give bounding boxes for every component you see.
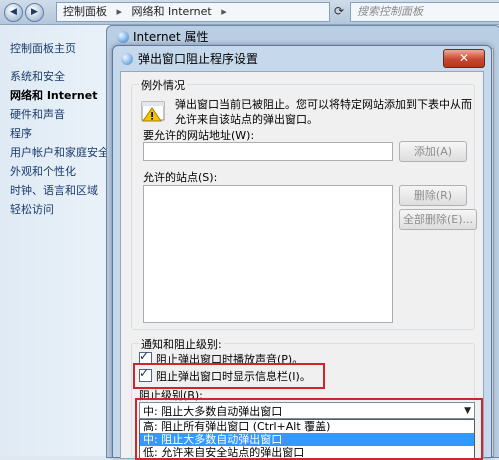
website-address-input[interactable]	[143, 142, 393, 161]
sidebar-item-security[interactable]: 系统和安全	[10, 68, 65, 84]
globe-icon	[117, 31, 129, 43]
highlight-box-level	[135, 398, 483, 460]
control-panel-sidebar: 控制面板主页 系统和安全 网络和 Internet 硬件和声音 程序 用户帐户和…	[0, 25, 112, 456]
dialog-title: 弹出窗口阻止程序设置	[138, 52, 259, 66]
breadcrumb-separator: ▸	[116, 5, 123, 18]
explorer-address-bar: ◀ ▶ 控制面板 ▸ 网络和 Internet ▸ ⟳ 搜索控制面板	[0, 0, 499, 25]
allowed-sites-label: 允许的站点(S):	[143, 171, 218, 184]
exceptions-group-label: 例外情况	[139, 77, 187, 93]
window-title: Internet 属性	[117, 27, 208, 47]
popup-warning-icon	[141, 101, 165, 122]
popup-blocker-dialog: 弹出窗口阻止程序设置 ✕ 例外情况 弹出窗口当前已被阻止。您可以将特定网站添加到…	[112, 45, 492, 460]
address-label: 要允许的网站地址(W):	[143, 129, 255, 142]
dialog-client-area: 例外情况 弹出窗口当前已被阻止。您可以将特定网站添加到下表中从而允许来自该站点的…	[120, 71, 484, 460]
back-icon[interactable]: ◀	[4, 3, 23, 22]
sidebar-item-clock-language[interactable]: 时钟、语言和区域	[10, 182, 98, 198]
address-breadcrumb[interactable]: 控制面板 ▸ 网络和 Internet ▸	[56, 2, 330, 22]
dialog-titlebar: 弹出窗口阻止程序设置	[121, 49, 258, 69]
breadcrumb-separator: ▸	[221, 5, 227, 18]
breadcrumb-network[interactable]: 网络和 Internet	[132, 5, 212, 18]
search-input[interactable]: 搜索控制面板	[350, 2, 499, 22]
forward-icon[interactable]: ▶	[25, 3, 44, 22]
info-text: 弹出窗口当前已被阻止。您可以将特定网站添加到下表中从而允许来自该站点的弹出窗口。	[175, 98, 472, 126]
add-button[interactable]: 添加(A)	[399, 141, 467, 162]
highlight-box-infobar	[133, 363, 325, 389]
sidebar-item-network[interactable]: 网络和 Internet	[10, 87, 97, 103]
allowed-sites-list[interactable]	[143, 185, 393, 323]
sidebar-item-ease-of-access[interactable]: 轻松访问	[10, 201, 54, 217]
sidebar-item-hardware[interactable]: 硬件和声音	[10, 106, 65, 122]
refresh-icon[interactable]: ⟳	[330, 3, 348, 20]
sidebar-home-link[interactable]: 控制面板主页	[10, 40, 76, 56]
breadcrumb-control-panel[interactable]: 控制面板	[63, 5, 107, 18]
sidebar-item-programs[interactable]: 程序	[10, 125, 32, 141]
internet-properties-title: Internet 属性	[133, 30, 209, 44]
sidebar-item-appearance[interactable]: 外观和个性化	[10, 163, 76, 179]
delete-all-button[interactable]: 全部删除(E)...	[399, 209, 477, 230]
notify-group-label: 通知和阻止级别:	[139, 336, 224, 352]
globe-icon	[121, 53, 133, 65]
close-button[interactable]: ✕	[443, 49, 485, 68]
delete-button[interactable]: 删除(R)	[399, 185, 467, 206]
sidebar-item-user-accounts[interactable]: 用户帐户和家庭安全	[10, 144, 109, 160]
